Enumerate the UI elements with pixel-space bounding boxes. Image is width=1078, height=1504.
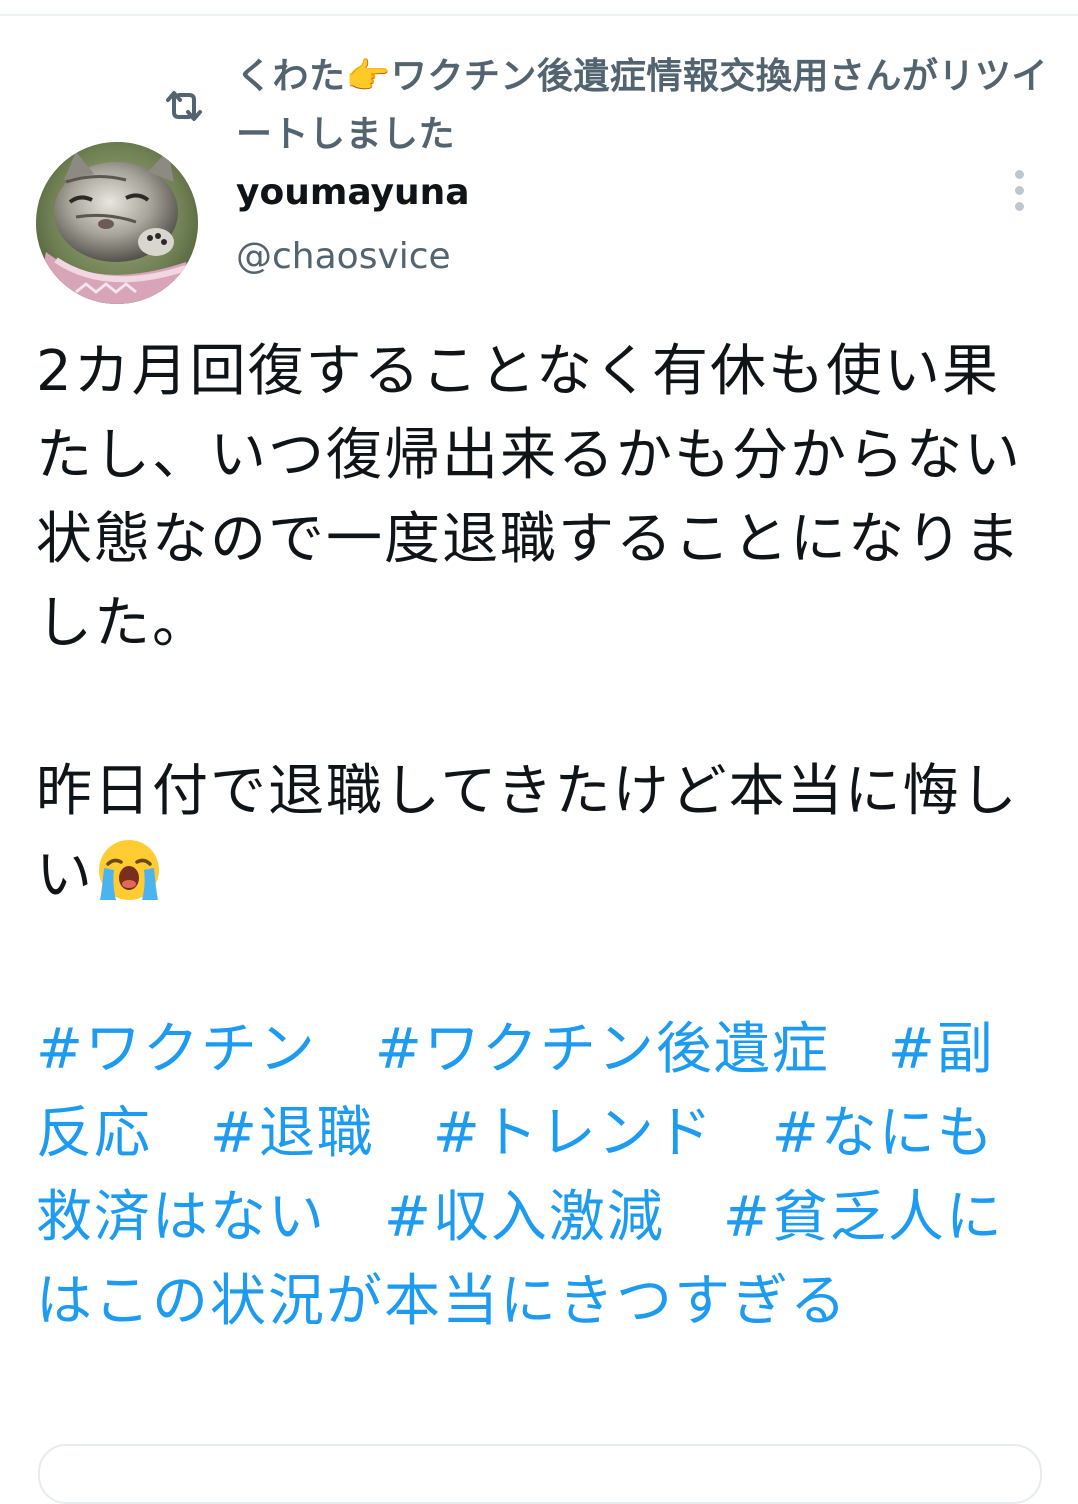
hashtag-link[interactable]: #退職 <box>210 1101 375 1166</box>
dot <box>1015 202 1024 211</box>
retweet-label: くわた👉ワクチン後遺症情報交換用さんがリツイートしました <box>236 56 1048 155</box>
author-handle[interactable]: @chaosvice <box>236 232 451 282</box>
author-name[interactable]: youmayuna <box>236 168 470 218</box>
tweet-body: 2カ月回復することなく有休も使い果たし、いつ復帰出来るかも分からない状態なので一… <box>36 330 1046 918</box>
dot <box>1015 186 1024 195</box>
tweet-paragraph-2-text: 昨日付で退職してきたけど本当に悔しい <box>36 759 1019 908</box>
embedded-card[interactable] <box>38 1444 1042 1504</box>
top-divider <box>0 14 1078 16</box>
loudly-crying-face-icon <box>99 840 159 900</box>
more-vertical-icon[interactable] <box>1006 168 1034 214</box>
retweet-icon <box>166 91 202 121</box>
dot <box>1015 170 1024 179</box>
hashtag-link[interactable]: #収入激減 <box>384 1185 665 1250</box>
hashtag-list: #ワクチン #ワクチン後遺症 #副反応 #退職 #トレンド #なにも救済はない … <box>36 1008 1046 1344</box>
avatar-image <box>36 142 198 304</box>
hashtag-link[interactable]: #ワクチン後遺症 <box>375 1017 830 1082</box>
tweet-paragraph-1: 2カ月回復することなく有休も使い果たし、いつ復帰出来るかも分からない状態なので一… <box>36 339 1022 656</box>
hashtag-link[interactable]: #トレンド <box>433 1101 714 1166</box>
cat-avatar-icon[interactable] <box>36 142 198 304</box>
tweet-paragraph-2: 昨日付で退職してきたけど本当に悔しい <box>36 750 1046 918</box>
hashtag-link[interactable]: #ワクチン <box>36 1017 317 1082</box>
